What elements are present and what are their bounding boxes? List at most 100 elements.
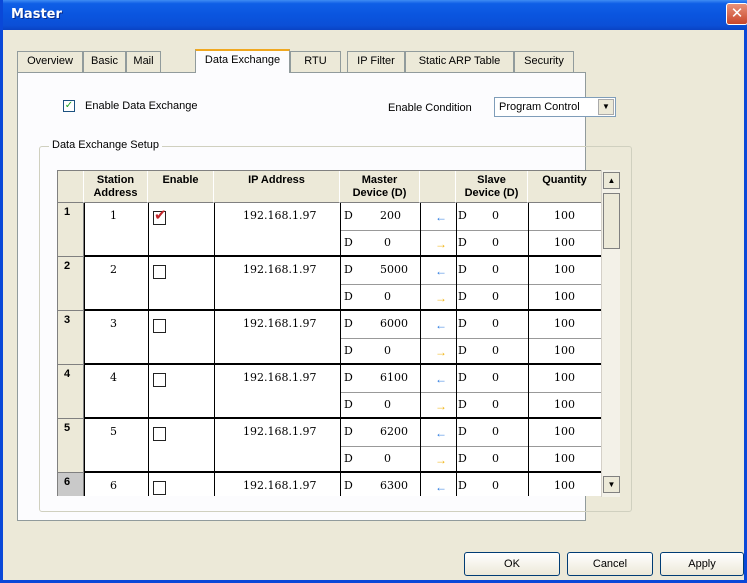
master-type-cell[interactable]: D [344,317,353,330]
close-icon[interactable]: ✕ [726,3,747,25]
quantity-cell[interactable]: 100 [554,344,575,357]
enable-condition-label: Enable Condition [388,102,472,114]
master-type-cell[interactable]: D [344,236,353,249]
slave-value-cell[interactable]: 0 [492,371,499,384]
slave-type-cell[interactable]: D [458,452,467,465]
slave-value-cell[interactable]: 0 [492,317,499,330]
master-value-cell[interactable]: 6200 [380,425,408,438]
master-value-cell[interactable]: 0 [384,236,391,249]
master-value-cell[interactable]: 0 [384,398,391,411]
station-address-cell[interactable]: 6 [110,479,117,492]
tab-ip-filter[interactable]: IP Filter [347,51,405,72]
master-type-cell[interactable]: D [344,290,353,303]
tab-security[interactable]: Security [514,51,574,72]
station-address-cell[interactable]: 4 [110,371,117,384]
master-type-cell[interactable]: D [344,263,353,276]
tab-data-exchange[interactable]: Data Exchange [195,49,290,73]
quantity-cell[interactable]: 100 [554,263,575,276]
master-type-cell[interactable]: D [344,398,353,411]
quantity-cell[interactable]: 100 [554,452,575,465]
quantity-cell[interactable]: 100 [554,236,575,249]
ip-address-cell[interactable]: 192.168.1.97 [243,263,316,276]
master-type-cell[interactable]: D [344,425,353,438]
ip-address-cell[interactable]: 192.168.1.97 [243,209,316,222]
chevron-down-icon[interactable]: ▼ [598,99,614,115]
ip-address-cell[interactable]: 192.168.1.97 [243,317,316,330]
slave-value-cell[interactable]: 0 [492,479,499,492]
slave-value-cell[interactable]: 0 [492,290,499,303]
slave-type-cell[interactable]: D [458,479,467,492]
slave-type-cell[interactable]: D [458,398,467,411]
scroll-down-icon[interactable]: ▼ [603,476,620,493]
enable-checkbox[interactable] [153,373,166,387]
slave-type-cell[interactable]: D [458,425,467,438]
master-value-cell[interactable]: 5000 [380,263,408,276]
apply-button[interactable]: Apply [660,552,744,576]
master-type-cell[interactable]: D [344,479,353,492]
slave-type-cell[interactable]: D [458,317,467,330]
enable-checkbox[interactable] [153,319,166,333]
enable-checkbox[interactable] [153,265,166,279]
enable-condition-select[interactable]: Program Control ▼ [494,97,616,117]
master-type-cell[interactable]: D [344,371,353,384]
master-value-cell[interactable]: 6100 [380,371,408,384]
enable-checkbox[interactable] [153,481,166,495]
master-type-cell[interactable]: D [344,344,353,357]
quantity-cell[interactable]: 100 [554,371,575,384]
slave-value-cell[interactable]: 0 [492,263,499,276]
enable-checkbox[interactable] [153,208,167,225]
enable-checkbox[interactable] [153,427,166,441]
master-value-cell[interactable]: 0 [384,452,391,465]
master-value-cell[interactable]: 6300 [380,479,408,492]
slave-type-cell[interactable]: D [458,209,467,222]
tab-overview[interactable]: Overview [17,51,83,72]
quantity-cell[interactable]: 100 [554,479,575,492]
row-header[interactable]: 2 [58,257,84,311]
master-value-cell[interactable]: 0 [384,290,391,303]
quantity-cell[interactable]: 100 [554,425,575,438]
ok-button[interactable]: OK [464,552,560,576]
row-header[interactable]: 1 [58,203,84,257]
slave-type-cell[interactable]: D [458,371,467,384]
slave-type-cell[interactable]: D [458,344,467,357]
ip-address-cell[interactable]: 192.168.1.97 [243,479,316,492]
enable-data-exchange-checkbox[interactable]: ✓ [63,100,75,112]
tab-static-arp-table[interactable]: Static ARP Table [405,51,514,72]
row-header[interactable]: 6 [58,473,84,496]
master-type-cell[interactable]: D [344,452,353,465]
station-address-cell[interactable]: 5 [110,425,117,438]
cancel-button[interactable]: Cancel [567,552,653,576]
tab-mail[interactable]: Mail [126,51,161,72]
slave-value-cell[interactable]: 0 [492,209,499,222]
row-header[interactable]: 4 [58,365,84,419]
quantity-cell[interactable]: 100 [554,209,575,222]
station-address-cell[interactable]: 3 [110,317,117,330]
slave-type-cell[interactable]: D [458,263,467,276]
slave-value-cell[interactable]: 0 [492,398,499,411]
scroll-up-icon[interactable]: ▲ [603,172,620,189]
title-bar[interactable]: Master ✕ [3,0,747,30]
master-value-cell[interactable]: 6000 [380,317,408,330]
slave-type-cell[interactable]: D [458,236,467,249]
table-scrollbar[interactable]: ▲ ▼ [601,170,620,497]
scroll-thumb[interactable] [603,193,620,249]
ip-address-cell[interactable]: 192.168.1.97 [243,425,316,438]
master-type-cell[interactable]: D [344,209,353,222]
slave-value-cell[interactable]: 0 [492,425,499,438]
row-header[interactable]: 3 [58,311,84,365]
ip-address-cell[interactable]: 192.168.1.97 [243,371,316,384]
station-address-cell[interactable]: 1 [110,209,117,222]
slave-value-cell[interactable]: 0 [492,452,499,465]
quantity-cell[interactable]: 100 [554,290,575,303]
row-header[interactable]: 5 [58,419,84,473]
station-address-cell[interactable]: 2 [110,263,117,276]
master-value-cell[interactable]: 0 [384,344,391,357]
slave-value-cell[interactable]: 0 [492,344,499,357]
slave-value-cell[interactable]: 0 [492,236,499,249]
quantity-cell[interactable]: 100 [554,317,575,330]
slave-type-cell[interactable]: D [458,290,467,303]
master-value-cell[interactable]: 200 [380,209,401,222]
tab-basic[interactable]: Basic [83,51,126,72]
tab-rtu[interactable]: RTU [290,51,341,72]
quantity-cell[interactable]: 100 [554,398,575,411]
